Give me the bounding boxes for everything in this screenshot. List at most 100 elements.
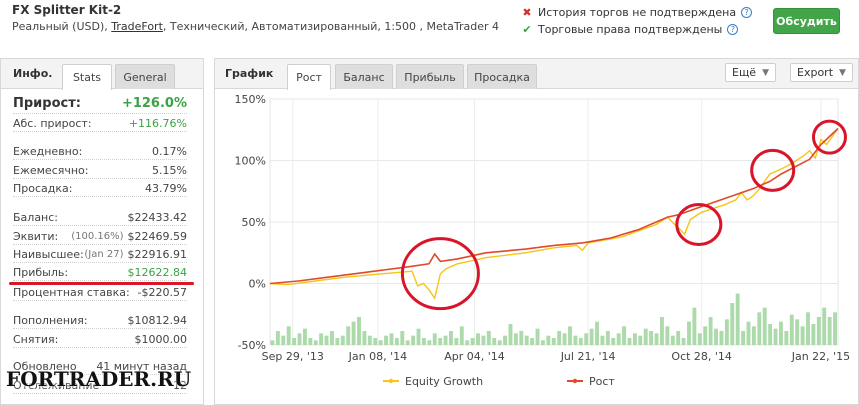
account-header: FX Splitter Kit-2 Реальный (USD), TradeF… <box>0 0 859 50</box>
volume-bar <box>400 331 405 345</box>
volume-bar <box>519 331 524 345</box>
volume-bar <box>622 326 627 345</box>
volume-bar <box>784 331 789 345</box>
chart-legend: Equity Growth Рост <box>383 375 615 388</box>
volume-bar <box>465 340 470 345</box>
chart-panel: График Рост Баланс Прибыль Просадка Ещё … <box>214 58 859 405</box>
legend-marker <box>572 378 578 384</box>
volume-bar <box>313 340 318 345</box>
volume-bar <box>351 321 356 345</box>
volume-bar <box>681 338 686 345</box>
more-dropdown[interactable]: Ещё ▼ <box>725 63 777 82</box>
volume-bar <box>378 340 383 345</box>
volume-bar <box>416 328 421 345</box>
volume-bar <box>806 312 810 345</box>
tab-profit[interactable]: Прибыль <box>396 64 464 89</box>
stat-growth: Прирост: +126.0% <box>13 94 187 114</box>
volume-bar <box>540 340 545 345</box>
volume-bar <box>557 331 562 345</box>
stat-interest: Процентная ставка: -$220.57 <box>13 284 187 301</box>
question-icon[interactable]: ? <box>741 7 753 18</box>
volume-bar <box>578 338 583 345</box>
volume-bar <box>357 317 361 345</box>
account-title: FX Splitter Kit-2 <box>12 3 122 17</box>
volume-bar <box>589 328 594 345</box>
chevron-down-icon: ▼ <box>839 67 846 78</box>
volume-bar <box>724 319 729 345</box>
y-tick-label: 100% <box>235 155 266 168</box>
volume-bar <box>751 326 756 345</box>
x-tick-label: Oct 28, '14 <box>671 350 732 363</box>
watermark: FORTRADER.RU <box>0 363 204 405</box>
discuss-button[interactable]: Обсудить <box>773 8 840 34</box>
volume-bar <box>330 331 334 345</box>
volume-bar <box>454 338 459 345</box>
stat-withdrawals: Снятия: $1000.00 <box>13 331 187 348</box>
export-dropdown[interactable]: Export ▼ <box>790 63 853 82</box>
growth-chart[interactable]: 150%100%50%0%-50% Sep 29, '13 Jan 08, '14… <box>215 89 858 404</box>
volume-bar <box>438 338 443 345</box>
y-axis-ticks: 150%100%50%0%-50% <box>235 93 266 352</box>
volume-bar <box>443 335 448 345</box>
volume-bar <box>405 340 410 345</box>
volume-bar <box>789 314 794 345</box>
volume-bar <box>470 338 475 345</box>
volume-bar <box>795 319 800 345</box>
volume-bar <box>308 338 313 345</box>
volume-bar <box>292 338 297 345</box>
volume-bar <box>670 335 675 345</box>
stat-equity: Эквити: (100.16%) $22469.59 <box>13 228 187 245</box>
volume-bar <box>800 326 805 345</box>
volume-bar <box>616 333 621 345</box>
chevron-down-icon: ▼ <box>762 67 770 78</box>
volume-bar <box>632 333 637 345</box>
tab-stats[interactable]: Stats <box>62 64 112 90</box>
export-label: Export <box>797 66 834 79</box>
volume-bar <box>746 321 751 345</box>
more-label: Ещё <box>732 66 757 79</box>
volume-bar <box>573 335 578 345</box>
tab-drawdown[interactable]: Просадка <box>467 64 537 89</box>
stat-drawdown: Просадка: 43.79% <box>13 180 187 197</box>
volume-bar <box>595 321 599 345</box>
equity-growth-line <box>269 128 839 301</box>
volume-bar <box>324 335 329 345</box>
stat-abs-growth: Абс. прирост: +116.76% <box>13 115 187 132</box>
volume-bar <box>297 333 302 345</box>
tab-growth[interactable]: Рост <box>287 64 331 90</box>
volume-bar <box>811 324 816 345</box>
volume-bar <box>459 326 464 345</box>
volume-bar <box>568 326 572 345</box>
volume-bar <box>449 331 453 345</box>
volume-bar <box>762 307 767 345</box>
volume-bar <box>730 303 735 345</box>
volume-bar <box>367 335 372 345</box>
info-title: Инфо. <box>13 67 53 80</box>
chart-grid <box>269 98 839 346</box>
legend-equity-label: Equity Growth <box>405 375 483 388</box>
volume-bar <box>362 331 367 345</box>
stat-highest: Наивысшее: (Jan 27) $22916.91 <box>13 246 187 263</box>
volume-bar <box>389 333 394 345</box>
stat-balance: Баланс: $22433.42 <box>13 209 187 226</box>
volume-bar <box>643 328 648 345</box>
volume-bar <box>432 333 437 345</box>
stat-daily: Ежедневно: 0.17% <box>13 143 187 160</box>
volume-bar <box>319 333 324 345</box>
volume-bar <box>703 326 708 345</box>
rights-status-text: Торговые права подтверждены <box>538 23 723 36</box>
tab-general[interactable]: General <box>115 64 175 89</box>
volume-bar <box>687 321 691 345</box>
volume-bars <box>270 293 837 345</box>
volume-bar <box>605 331 610 345</box>
volume-bar <box>513 333 518 345</box>
volume-bar <box>562 333 567 345</box>
account-subtitle: Реальный (USD), TradeFort, Технический, … <box>12 20 499 33</box>
volume-bar <box>302 328 307 345</box>
watermark-text: FORTRADER.RU <box>6 367 192 391</box>
question-icon[interactable]: ? <box>727 24 739 35</box>
tab-balance[interactable]: Баланс <box>335 64 393 89</box>
y-tick-label: 0% <box>249 278 266 291</box>
volume-bar <box>497 340 502 345</box>
broker-link[interactable]: TradeFort <box>111 20 163 33</box>
